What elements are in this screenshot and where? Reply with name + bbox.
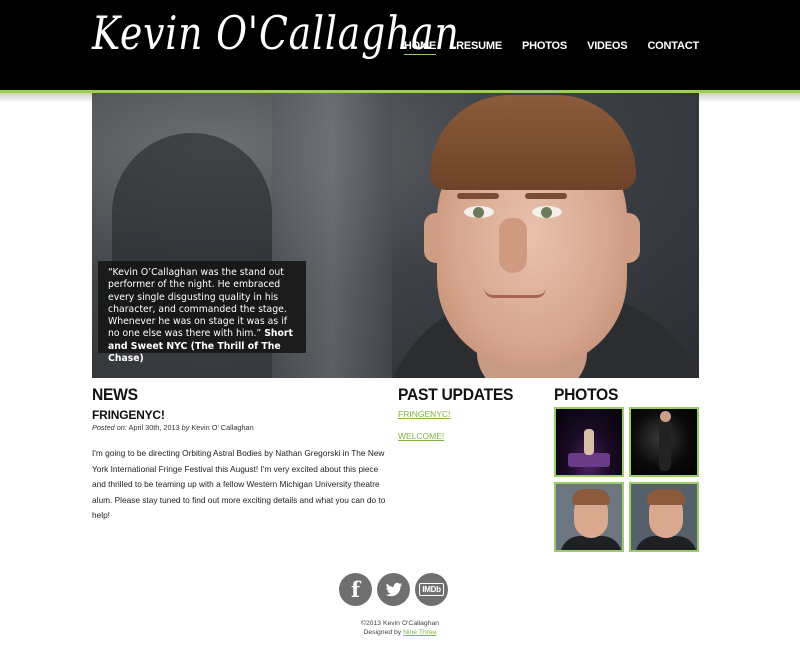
press-quote-text: “Kevin O’Callaghan was the stand out per…: [108, 267, 288, 340]
facebook-icon[interactable]: f: [339, 573, 372, 606]
imdb-label: IMDb: [419, 583, 444, 596]
post-meta-label: Posted on:: [92, 423, 127, 432]
portrait-nose: [499, 218, 527, 273]
nav-videos[interactable]: VIDEOS: [587, 40, 628, 55]
thumb-figure: [659, 417, 671, 471]
portrait-eye: [464, 206, 494, 218]
thumb-figure-head: [660, 411, 671, 422]
social-links: f IMDb: [339, 573, 448, 606]
portrait-mouth: [484, 288, 546, 298]
footer-designer-link[interactable]: Nine Three: [403, 629, 437, 636]
main-nav: HOME RESUME PHOTOS VIDEOS CONTACT: [384, 40, 699, 55]
post-body: I'm going to be directing Orbiting Astra…: [92, 448, 386, 521]
nav-home[interactable]: HOME: [403, 40, 436, 55]
nav-photos[interactable]: PHOTOS: [522, 40, 567, 55]
imdb-icon[interactable]: IMDb: [415, 573, 448, 606]
photo-thumbnail[interactable]: [629, 407, 699, 477]
thumb-shirt: [560, 536, 622, 550]
portrait-brow: [525, 193, 567, 199]
thumb-figure: [584, 429, 594, 455]
past-update-link[interactable]: FRINGENYC!: [398, 409, 450, 419]
past-updates-list: FRINGENYC! WELCOME!: [398, 409, 450, 453]
past-updates-heading: PAST UPDATES: [398, 385, 514, 404]
post-author: Kevin O' Callaghan: [191, 423, 254, 432]
nav-resume[interactable]: RESUME: [456, 40, 502, 55]
photo-thumbnail[interactable]: [629, 482, 699, 552]
thumb-hair: [647, 489, 685, 505]
thumb-shirt: [635, 536, 697, 550]
post-date: April 30th, 2013: [128, 423, 180, 432]
past-update-link[interactable]: WELCOME!: [398, 431, 450, 441]
nav-contact[interactable]: CONTACT: [647, 40, 699, 55]
site-header: Kevin O'Callaghan HOME RESUME PHOTOS VID…: [0, 0, 800, 90]
portrait-brow: [457, 193, 499, 199]
footer-copyright: ©2013 Kevin O'Callaghan: [360, 620, 440, 627]
twitter-bird-icon: [385, 582, 402, 596]
portrait-eye: [532, 206, 562, 218]
footer-designed-by-label: Designed by: [363, 629, 402, 636]
post-meta: Posted on: April 30th, 2013 by Kevin O' …: [92, 423, 254, 432]
site-footer: ©2013 Kevin O'Callaghan Designed by Nine…: [0, 619, 800, 637]
footer-credit: Designed by Nine Three: [0, 628, 800, 637]
thumb-hair: [572, 489, 610, 505]
photo-thumbnail[interactable]: [554, 482, 624, 552]
photo-thumbnail[interactable]: [554, 407, 624, 477]
post-by-label: by: [181, 423, 190, 432]
press-quote: “Kevin O’Callaghan was the stand out per…: [98, 261, 306, 364]
hero-photo: “Kevin O’Callaghan was the stand out per…: [92, 93, 699, 378]
photos-heading: PHOTOS: [554, 385, 619, 404]
thumb-stage: [568, 453, 610, 467]
post-title-link[interactable]: FRINGENYC!: [92, 408, 165, 422]
news-heading: NEWS: [92, 385, 138, 404]
twitter-icon[interactable]: [377, 573, 410, 606]
portrait-hair: [430, 95, 636, 190]
